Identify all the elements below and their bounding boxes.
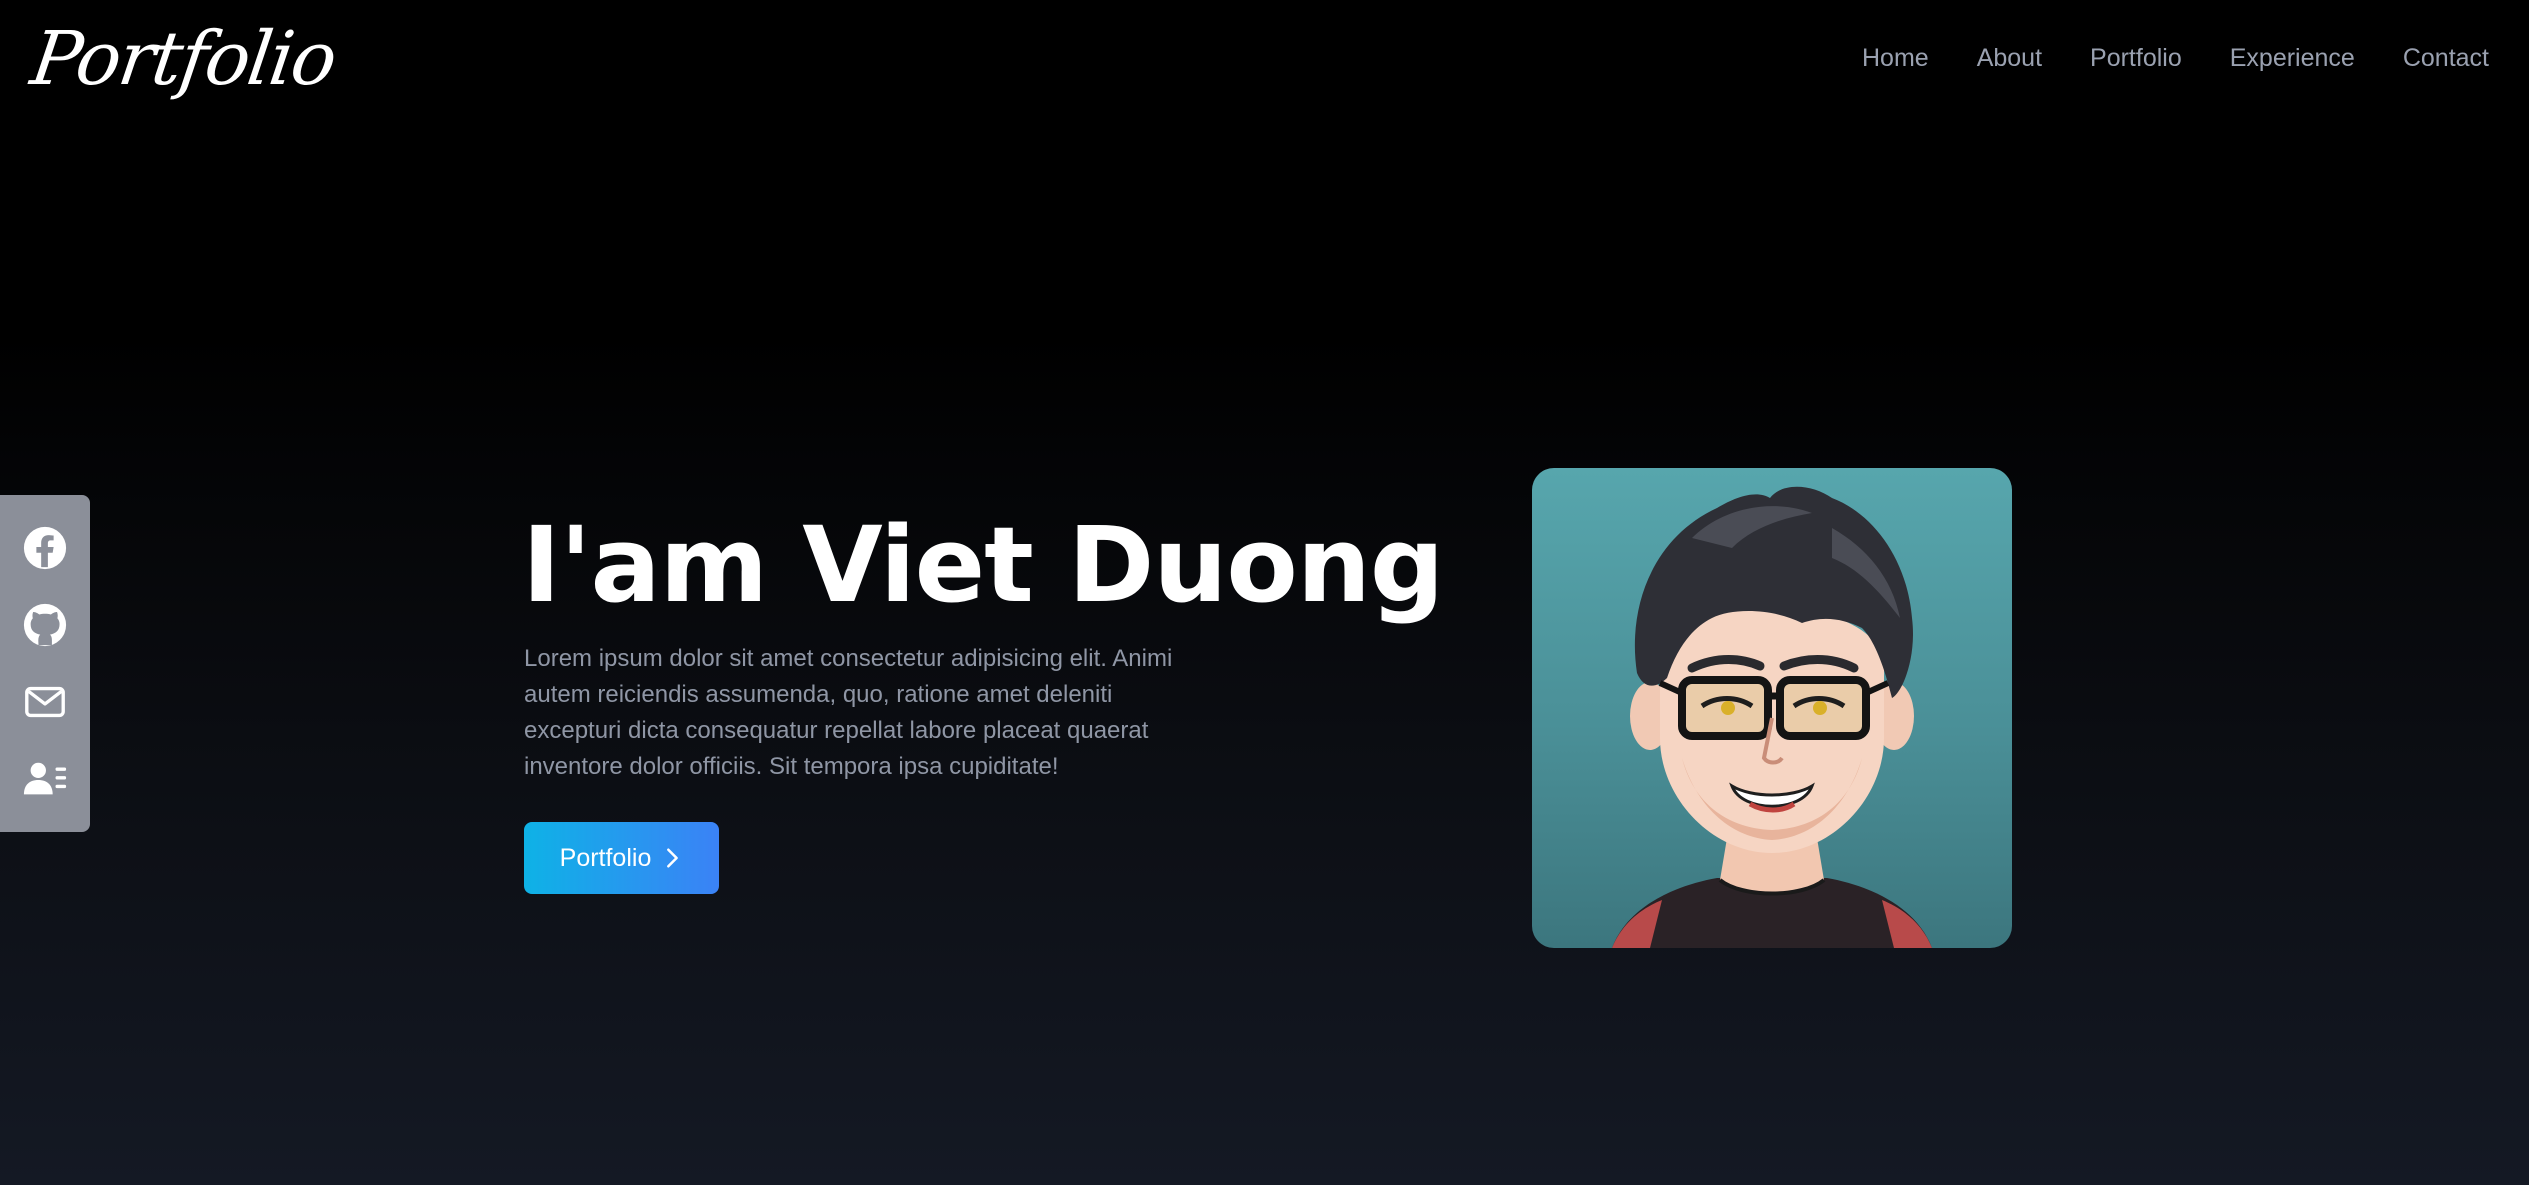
- nav-link-home[interactable]: Home: [1862, 38, 1929, 78]
- social-sidebar: [0, 495, 90, 832]
- nav-link-portfolio[interactable]: Portfolio: [2090, 38, 2182, 78]
- hero-description: Lorem ipsum dolor sit amet consectetur a…: [524, 645, 1173, 780]
- github-icon[interactable]: [21, 601, 69, 649]
- facebook-icon[interactable]: [21, 524, 69, 572]
- chevron-right-icon: [667, 848, 679, 868]
- portfolio-button-label: Portfolio: [559, 843, 652, 872]
- nav-link-about[interactable]: About: [1977, 38, 2042, 78]
- profile-portrait: [1532, 468, 2012, 948]
- portrait-illustration: [1612, 486, 1932, 948]
- nav-link-experience[interactable]: Experience: [2230, 38, 2355, 78]
- hero-title: I'am Viet Duong: [522, 504, 1444, 626]
- resume-icon[interactable]: [21, 755, 69, 803]
- portfolio-button[interactable]: Portfolio: [524, 822, 719, 894]
- nav-link-contact[interactable]: Contact: [2403, 38, 2489, 78]
- mail-icon[interactable]: [21, 678, 69, 726]
- site-logo[interactable]: Portfolio: [24, 4, 342, 114]
- main-nav: Home About Portfolio Experience Contact: [1862, 38, 2489, 78]
